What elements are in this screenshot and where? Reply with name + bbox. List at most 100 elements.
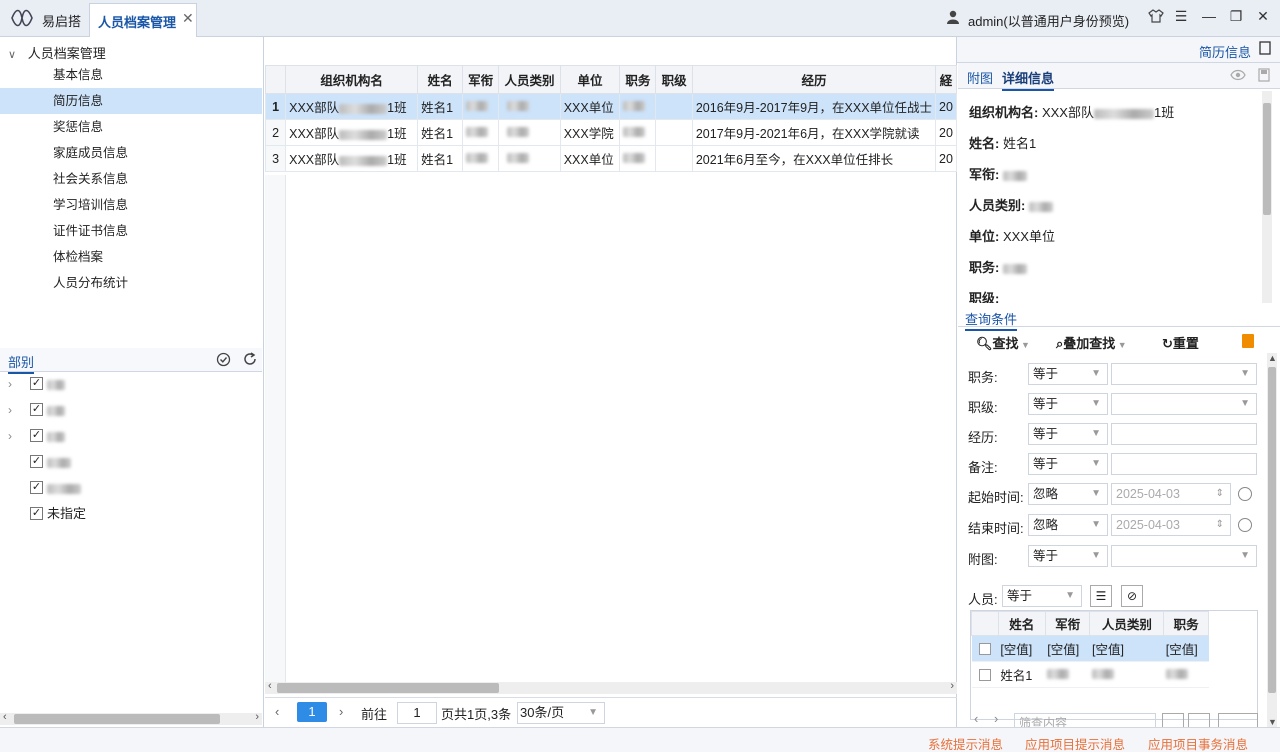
query-op-remark[interactable]: 等于 ▼ — [1028, 453, 1108, 475]
query-op-level[interactable]: 等于 ▼ — [1028, 393, 1108, 415]
task-message-link[interactable]: 应用项目事务消息 — [1148, 734, 1248, 753]
column-header[interactable]: 军衔 — [1044, 611, 1091, 636]
cell-experience[interactable]: 2016年9月-2017年9月，在XXX单位任战士 — [691, 93, 937, 120]
dept-checkbox[interactable]: ✓ — [30, 507, 43, 520]
dept-node[interactable]: › ✓ — [0, 397, 262, 423]
cell-unit[interactable]: XXX单位 — [559, 145, 621, 172]
column-header[interactable]: 经历 — [691, 65, 937, 94]
find-button[interactable]: 🔍︎查找 ▼ — [976, 333, 1030, 352]
tab-personnel-archive[interactable]: 人员档案管理 ✕ — [89, 3, 197, 37]
chevron-right-icon[interactable]: › — [8, 423, 12, 449]
column-header[interactable]: 军衔 — [462, 65, 500, 94]
sidebar-item-rewards[interactable]: 奖惩信息 — [0, 114, 262, 140]
cell-rank[interactable] — [462, 93, 500, 120]
query-op-attach[interactable]: 等于 ▼ — [1028, 545, 1108, 567]
cell-unit[interactable]: XXX单位 — [559, 93, 621, 120]
clock-icon[interactable] — [1238, 487, 1252, 501]
table-row[interactable]: 2 XXX部队 1班 姓名1 XXX学院 2017年9月-2021年6月，在XXX… — [264, 119, 957, 146]
refresh-icon[interactable] — [242, 351, 258, 370]
cell-rank[interactable] — [462, 119, 500, 146]
query-vertical-scrollbar[interactable]: ▲ ▼ — [1267, 353, 1277, 727]
chevron-right-icon[interactable]: › — [8, 397, 12, 423]
query-op-duty[interactable]: 等于 ▼ — [1028, 363, 1108, 385]
column-header[interactable]: 职务 — [619, 65, 657, 94]
sidebar-item-family[interactable]: 家庭成员信息 — [0, 140, 262, 166]
cell-duty[interactable] — [619, 93, 657, 120]
close-window-icon[interactable]: ✕ — [1254, 8, 1272, 28]
column-header[interactable]: 组织机构名 — [285, 65, 419, 94]
cell-org[interactable]: XXX部队 1班 — [285, 145, 419, 172]
check-all-icon[interactable] — [216, 352, 231, 370]
next-page-icon[interactable]: › — [339, 704, 343, 719]
column-header[interactable]: 职级 — [655, 65, 693, 94]
list-select-icon[interactable]: ☰ — [1090, 585, 1112, 607]
cell-overflow[interactable]: 20 — [935, 119, 957, 146]
clear-select-icon[interactable]: ⊘ — [1121, 585, 1143, 607]
page-size-select[interactable]: 30条/页 ▼ — [517, 702, 605, 724]
column-header[interactable]: 姓名 — [997, 611, 1046, 636]
list-icon[interactable] — [1162, 713, 1184, 727]
sidebar-item-medical[interactable]: 体检档案 — [0, 244, 262, 270]
column-header[interactable]: 人员类别 — [1089, 611, 1165, 636]
project-message-link[interactable]: 应用项目提示消息 — [1025, 734, 1125, 753]
cell-level[interactable] — [655, 93, 693, 120]
left-horizontal-scrollbar[interactable]: ‹ › — [0, 711, 262, 725]
query-title[interactable]: 查询条件 — [965, 309, 1018, 331]
query-date-start[interactable]: 2025-04-03 ⇕ — [1111, 483, 1231, 505]
cell-type[interactable] — [498, 119, 561, 146]
cell-duty[interactable] — [619, 119, 657, 146]
sidebar-item-stats[interactable]: 人员分布统计 — [0, 270, 262, 296]
column-header[interactable]: 单位 — [559, 65, 621, 94]
table-row[interactable]: 1 XXX部队 1班 姓名1 XXX单位 2016年9月-2017年9月，在XXX… — [264, 93, 957, 120]
dept-checkbox[interactable]: ✓ — [30, 455, 43, 468]
chevron-right-icon[interactable]: › — [8, 371, 12, 397]
minimize-icon[interactable]: — — [1200, 8, 1218, 28]
filter-input[interactable]: 筛查内容 — [1014, 713, 1156, 727]
table-row[interactable]: 3 XXX部队 1班 姓名1 XXX单位 2021年6月至今，在XXX单位任排长 … — [264, 145, 957, 172]
prev-icon[interactable]: ‹ — [974, 713, 978, 726]
table-row[interactable]: [空值] [空值] [空值] [空值] — [971, 635, 1209, 662]
cell-name[interactable]: 姓名1 — [417, 93, 464, 120]
cell-type[interactable] — [498, 93, 561, 120]
query-value-remark[interactable] — [1111, 453, 1257, 475]
cell-unit[interactable]: XXX学院 — [559, 119, 621, 146]
reset-button[interactable]: ↻重置 — [1162, 333, 1199, 352]
cell-name[interactable]: 姓名1 — [417, 145, 464, 172]
query-op-start[interactable]: 忽略 ▼ — [1028, 483, 1108, 505]
query-op-experience[interactable]: 等于 ▼ — [1028, 423, 1108, 445]
tab-detail[interactable]: 详细信息 — [1002, 68, 1055, 91]
row-checkbox[interactable] — [978, 669, 991, 682]
cell-type[interactable] — [498, 145, 561, 172]
page-1-button[interactable]: 1 — [297, 702, 327, 722]
prev-page-icon[interactable]: ‹ — [275, 704, 279, 719]
menu-icon[interactable]: ☰ — [1172, 8, 1190, 28]
dept-node[interactable]: › ✓ — [0, 371, 262, 397]
sidebar-item-resume[interactable]: 简历信息 — [0, 88, 262, 114]
cell-overflow[interactable]: 20 — [935, 145, 957, 172]
system-message-link[interactable]: 系统提示消息 — [928, 734, 1003, 753]
close-icon[interactable]: ✕ — [182, 10, 194, 27]
row-checkbox[interactable] — [978, 643, 991, 656]
cell-level[interactable] — [655, 145, 693, 172]
detail-vertical-scrollbar[interactable] — [1262, 91, 1272, 303]
cell-overflow[interactable]: 20 — [935, 93, 957, 120]
dept-node[interactable]: › ✓ — [0, 423, 262, 449]
cell-level[interactable] — [655, 119, 693, 146]
cell-experience[interactable]: 2017年9月-2021年6月，在XXX学院就读 — [691, 119, 937, 146]
skin-icon[interactable] — [1147, 8, 1165, 28]
save-icon[interactable] — [1258, 68, 1270, 85]
tab-resume[interactable]: 简历信息 — [1199, 42, 1251, 61]
dept-node-unassigned[interactable]: ✓ 未指定 — [0, 501, 262, 527]
dept-checkbox[interactable]: ✓ — [30, 377, 43, 390]
query-value-level[interactable]: ▼ — [1111, 393, 1257, 415]
maximize-panel-icon[interactable] — [1259, 41, 1271, 58]
dept-checkbox[interactable]: ✓ — [30, 429, 43, 442]
query-op-end[interactable]: 忽略 ▼ — [1028, 514, 1108, 536]
cell-experience[interactable]: 2021年6月至今，在XXX单位任排长 — [691, 145, 937, 172]
user-name[interactable]: admin(以普通用户身份预览) — [968, 11, 1129, 30]
dept-checkbox[interactable]: ✓ — [30, 481, 43, 494]
dept-node[interactable]: ✓ — [0, 449, 262, 475]
column-header[interactable]: 姓名 — [417, 65, 464, 94]
app-name[interactable]: 易启搭 — [42, 11, 81, 30]
search-icon[interactable] — [1218, 713, 1258, 727]
